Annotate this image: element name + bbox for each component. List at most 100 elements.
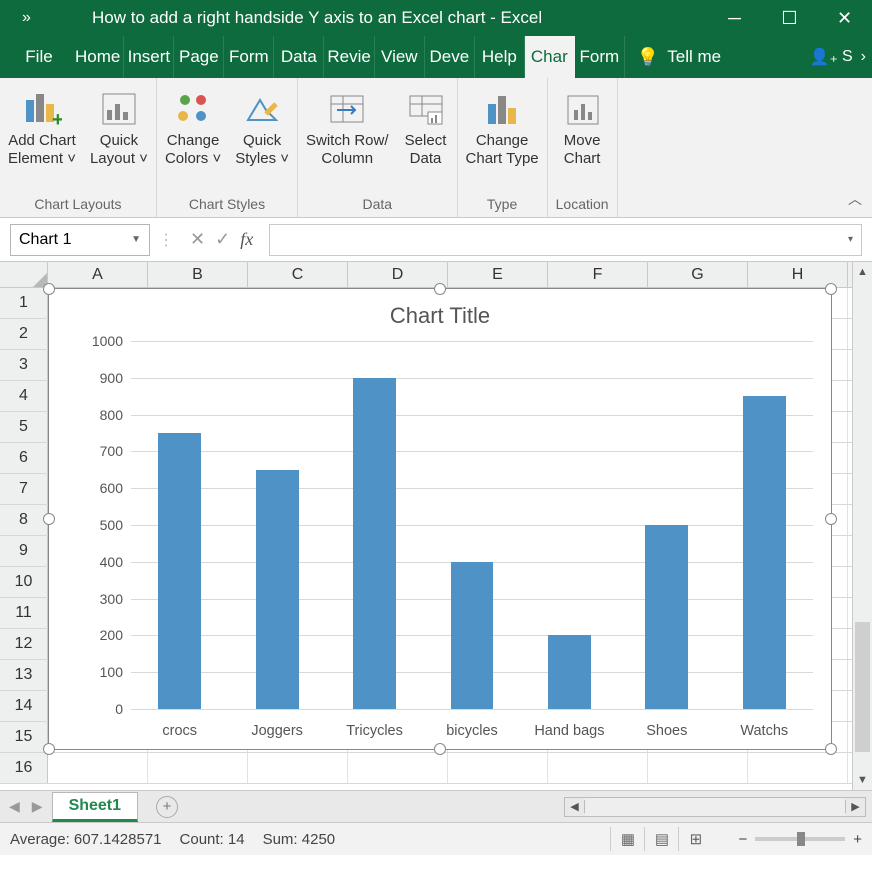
share-label[interactable]: S: [842, 48, 853, 66]
select-data-button[interactable]: SelectData: [403, 84, 449, 168]
chart-title[interactable]: Chart Title: [49, 289, 831, 335]
chevron-down-icon[interactable]: ▼: [131, 234, 141, 245]
cancel-formula-icon[interactable]: ✕: [190, 229, 205, 250]
tab-form[interactable]: Form: [575, 36, 625, 78]
zoom-slider[interactable]: − +: [738, 831, 862, 848]
cell[interactable]: [248, 753, 348, 783]
close-button[interactable]: ✕: [817, 0, 872, 36]
tab-home[interactable]: Home: [72, 36, 124, 78]
share-icon[interactable]: 👤₊: [810, 47, 838, 67]
formula-input[interactable]: ▾: [269, 224, 862, 256]
chart-bar[interactable]: [743, 396, 786, 709]
scroll-up-icon[interactable]: ▲: [853, 262, 872, 282]
row-header[interactable]: 5: [0, 412, 48, 442]
horizontal-scrollbar[interactable]: ◀ ▶: [564, 797, 866, 817]
formula-expand-icon[interactable]: ▾: [848, 234, 853, 245]
resize-handle[interactable]: [825, 513, 837, 525]
row-header[interactable]: 13: [0, 660, 48, 690]
view-page-layout-icon[interactable]: ▤: [644, 827, 678, 851]
strip-scroll-right[interactable]: ›: [861, 48, 866, 66]
resize-handle[interactable]: [825, 283, 837, 295]
move-chart-button[interactable]: MoveChart: [559, 84, 605, 168]
resize-handle[interactable]: [825, 743, 837, 755]
chart-bar[interactable]: [353, 378, 396, 709]
vertical-scrollbar[interactable]: ▲ ▼: [852, 262, 872, 790]
cell[interactable]: [548, 753, 648, 783]
column-header[interactable]: E: [448, 262, 548, 287]
column-header[interactable]: C: [248, 262, 348, 287]
qat-overflow[interactable]: »: [0, 9, 70, 27]
tab-char[interactable]: Char: [525, 36, 575, 78]
file-tab[interactable]: File: [6, 36, 72, 78]
quick-layout-button[interactable]: QuickLayout ˅: [90, 84, 148, 168]
quick-styles-button[interactable]: QuickStyles ˅: [235, 84, 289, 168]
row-header[interactable]: 7: [0, 474, 48, 504]
row-header[interactable]: 12: [0, 629, 48, 659]
chart-plot-area[interactable]: 10009008007006005004003002001000 crocsJo…: [79, 341, 813, 709]
row-header[interactable]: 10: [0, 567, 48, 597]
chart-bar[interactable]: [645, 525, 688, 709]
tab-help[interactable]: Help: [475, 36, 525, 78]
embedded-chart[interactable]: Chart Title 1000900800700600500400300200…: [48, 288, 832, 750]
chart-bar[interactable]: [548, 635, 591, 709]
cell[interactable]: [648, 753, 748, 783]
sheet-tab-active[interactable]: Sheet1: [52, 792, 138, 822]
row-header[interactable]: 9: [0, 536, 48, 566]
row-header[interactable]: 11: [0, 598, 48, 628]
resize-handle[interactable]: [43, 513, 55, 525]
vertical-dots-icon[interactable]: ⋮: [158, 230, 174, 250]
minimize-button[interactable]: ─: [707, 0, 762, 36]
tab-revie[interactable]: Revie: [324, 36, 374, 78]
row-header[interactable]: 8: [0, 505, 48, 535]
collapse-ribbon-icon[interactable]: ︿: [848, 189, 862, 209]
change-colors-button[interactable]: ChangeColors ˅: [165, 84, 221, 168]
sheet-nav-next[interactable]: ▶: [29, 798, 46, 815]
scroll-down-icon[interactable]: ▼: [853, 770, 872, 790]
tab-form[interactable]: Form: [224, 36, 274, 78]
view-normal-icon[interactable]: ▦: [610, 827, 644, 851]
tab-page[interactable]: Page: [174, 36, 224, 78]
column-header[interactable]: B: [148, 262, 248, 287]
cell[interactable]: [48, 753, 148, 783]
row-header[interactable]: 15: [0, 722, 48, 752]
add-chart-element-button[interactable]: +Add ChartElement ˅: [8, 84, 76, 168]
chart-bar[interactable]: [451, 562, 494, 709]
name-box[interactable]: Chart 1 ▼: [10, 224, 150, 256]
cell[interactable]: [448, 753, 548, 783]
zoom-out-icon[interactable]: −: [738, 831, 747, 848]
column-header[interactable]: G: [648, 262, 748, 287]
row-header[interactable]: 4: [0, 381, 48, 411]
resize-handle[interactable]: [434, 743, 446, 755]
switch-row-column-button[interactable]: Switch Row/Column: [306, 84, 389, 168]
cell[interactable]: [748, 753, 848, 783]
scroll-right-icon[interactable]: ▶: [845, 800, 865, 813]
scroll-thumb[interactable]: [855, 622, 870, 752]
change-chart-type-button[interactable]: ChangeChart Type: [466, 84, 539, 168]
zoom-in-icon[interactable]: +: [853, 831, 862, 848]
scroll-left-icon[interactable]: ◀: [565, 800, 585, 813]
tab-deve[interactable]: Deve: [425, 36, 475, 78]
view-page-break-icon[interactable]: ⊞: [678, 827, 712, 851]
tab-insert[interactable]: Insert: [124, 36, 174, 78]
cell[interactable]: [148, 753, 248, 783]
tab-view[interactable]: View: [375, 36, 425, 78]
resize-handle[interactable]: [43, 743, 55, 755]
sheet-nav-prev[interactable]: ◀: [6, 798, 23, 815]
select-all-corner[interactable]: [0, 262, 48, 287]
resize-handle[interactable]: [434, 283, 446, 295]
row-header[interactable]: 16: [0, 753, 48, 783]
column-header[interactable]: F: [548, 262, 648, 287]
row-header[interactable]: 6: [0, 443, 48, 473]
column-header[interactable]: A: [48, 262, 148, 287]
scroll-track[interactable]: [585, 798, 845, 816]
column-header[interactable]: D: [348, 262, 448, 287]
chart-bar[interactable]: [158, 433, 201, 709]
row-header[interactable]: 2: [0, 319, 48, 349]
accept-formula-icon[interactable]: ✓: [215, 229, 230, 250]
row-header[interactable]: 14: [0, 691, 48, 721]
cell[interactable]: [348, 753, 448, 783]
resize-handle[interactable]: [43, 283, 55, 295]
tellme-label[interactable]: Tell me: [667, 47, 721, 67]
chart-bar[interactable]: [256, 470, 299, 709]
fx-icon[interactable]: fx: [240, 229, 253, 250]
